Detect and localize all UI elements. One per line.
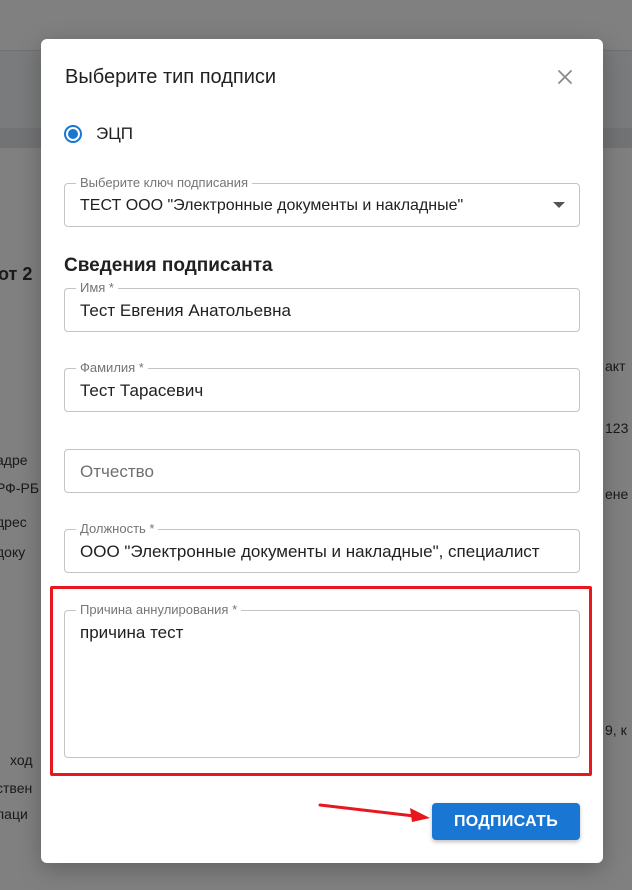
first-name-value: Тест Евгения Анатольевна	[80, 301, 291, 320]
position-legend: Должность *	[76, 521, 159, 537]
first-name-field[interactable]: Имя * Тест Евгения Анатольевна	[64, 280, 580, 332]
radio-selected-dot	[68, 129, 78, 139]
bg-fragment: дрес	[0, 514, 27, 530]
signing-key-legend: Выберите ключ подписания	[76, 175, 253, 191]
bg-fragment: лаци	[0, 806, 28, 822]
position-field[interactable]: Должность * ООО "Электронные документы и…	[64, 521, 580, 573]
chevron-down-icon[interactable]	[553, 202, 565, 208]
bg-fragment: ене	[605, 486, 629, 502]
close-icon	[558, 70, 572, 84]
radio-button[interactable]	[64, 125, 82, 143]
bg-fragment: 9, к	[605, 722, 627, 738]
close-button[interactable]	[553, 65, 577, 89]
bg-fragment: РФ-РБ	[0, 480, 40, 496]
arrow-annotation-icon	[318, 803, 430, 822]
sign-button[interactable]: ПОДПИСАТЬ	[432, 803, 580, 840]
bg-fragment: 123	[605, 420, 629, 436]
first-name-legend: Имя *	[76, 280, 118, 296]
last-name-field[interactable]: Фамилия * Тест Тарасевич	[64, 360, 580, 412]
signing-key-value: ТЕСТ ООО "Электронные документы и наклад…	[80, 197, 464, 214]
bg-fragment: ствен	[0, 780, 33, 796]
radio-label: ЭЦП	[96, 124, 134, 143]
position-value: ООО "Электронные документы и накладные",…	[80, 542, 540, 561]
patronymic-field[interactable]: Отчество	[64, 449, 580, 493]
bg-fragment: акт	[605, 358, 626, 374]
bg-fragment: доку	[0, 544, 26, 560]
sign-type-dialog: Выберите тип подписи ЭЦП Выберите ключ п…	[41, 39, 603, 863]
dialog-title: Выберите тип подписи	[65, 66, 277, 88]
bg-fragment: ход	[10, 752, 33, 768]
bg-fragment: от 2	[0, 264, 33, 284]
last-name-value: Тест Тарасевич	[80, 381, 204, 400]
signing-key-select[interactable]: Выберите ключ подписания ТЕСТ ООО "Элект…	[64, 175, 580, 227]
highlight-annotation	[50, 586, 592, 776]
bg-fragment: адре	[0, 452, 28, 468]
signer-section-title: Сведения подписанта	[64, 255, 273, 276]
last-name-legend: Фамилия *	[76, 360, 148, 376]
patronymic-placeholder: Отчество	[80, 462, 154, 481]
radio-option-ecp[interactable]: ЭЦП	[64, 124, 133, 144]
